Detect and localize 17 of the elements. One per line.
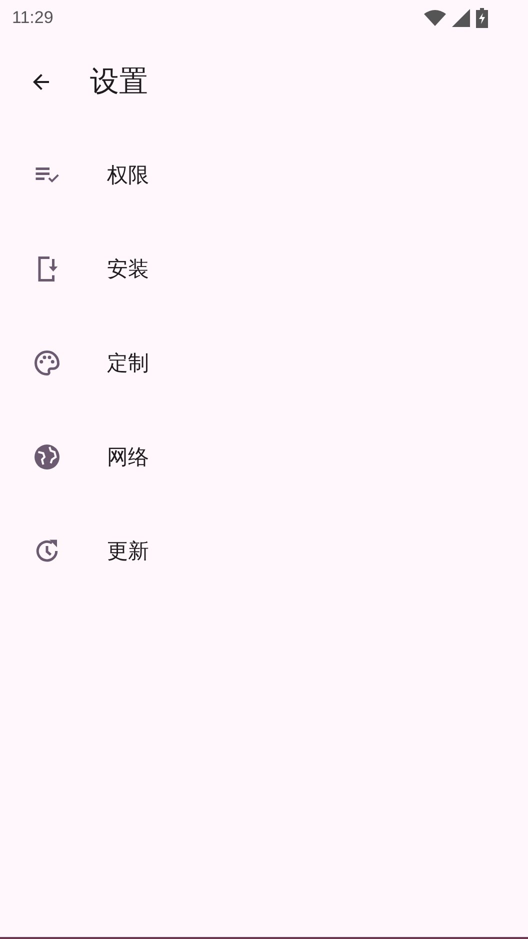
- settings-item[interactable]: 定制: [0, 316, 528, 410]
- battery-icon: [476, 8, 488, 28]
- settings-item[interactable]: 更新: [0, 504, 528, 598]
- settings-item[interactable]: 网络: [0, 410, 528, 504]
- wifi-icon: [424, 10, 446, 26]
- settings-item[interactable]: 权限: [0, 128, 528, 222]
- item-label: 更新: [107, 538, 149, 565]
- page-title: 设置: [90, 63, 148, 100]
- item-label: 安装: [107, 256, 149, 283]
- signal-icon: [452, 9, 470, 27]
- item-label: 网络: [107, 444, 149, 471]
- item-label: 权限: [107, 162, 149, 189]
- item-label: 定制: [107, 350, 149, 377]
- globe-icon: [32, 442, 62, 472]
- status-time: 11:29: [12, 8, 54, 28]
- settings-item[interactable]: 安装: [0, 222, 528, 316]
- palette-icon: [32, 348, 62, 378]
